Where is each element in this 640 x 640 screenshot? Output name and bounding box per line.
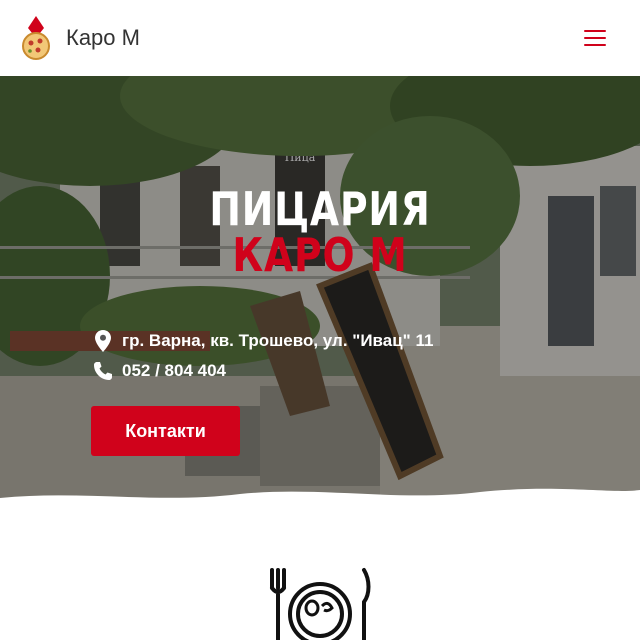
address-row: гр. Варна, кв. Трошево, ул. "Ивац" 11 (92, 330, 433, 352)
hamburger-menu-icon[interactable] (584, 30, 606, 46)
hero-title-line2: КАРО М (232, 228, 408, 282)
phone-row: 052 / 804 404 (92, 360, 226, 382)
phone-icon (92, 360, 114, 382)
wave-divider (0, 488, 640, 520)
brand-name[interactable]: Каро М (66, 25, 140, 51)
logo-icon[interactable] (18, 16, 54, 60)
map-pin-icon (92, 330, 114, 352)
address-text: гр. Варна, кв. Трошево, ул. "Ивац" 11 (122, 331, 434, 350)
site-header: Каро М (0, 0, 640, 76)
contacts-button[interactable]: Контакти (91, 406, 240, 456)
phone-text[interactable]: 052 / 804 404 (122, 361, 226, 381)
hero-section: Пица ПИЦАРИЯ КАРО М гр. Варна, кв. Троше… (0, 76, 640, 506)
plate-fork-knife-icon (270, 568, 371, 640)
